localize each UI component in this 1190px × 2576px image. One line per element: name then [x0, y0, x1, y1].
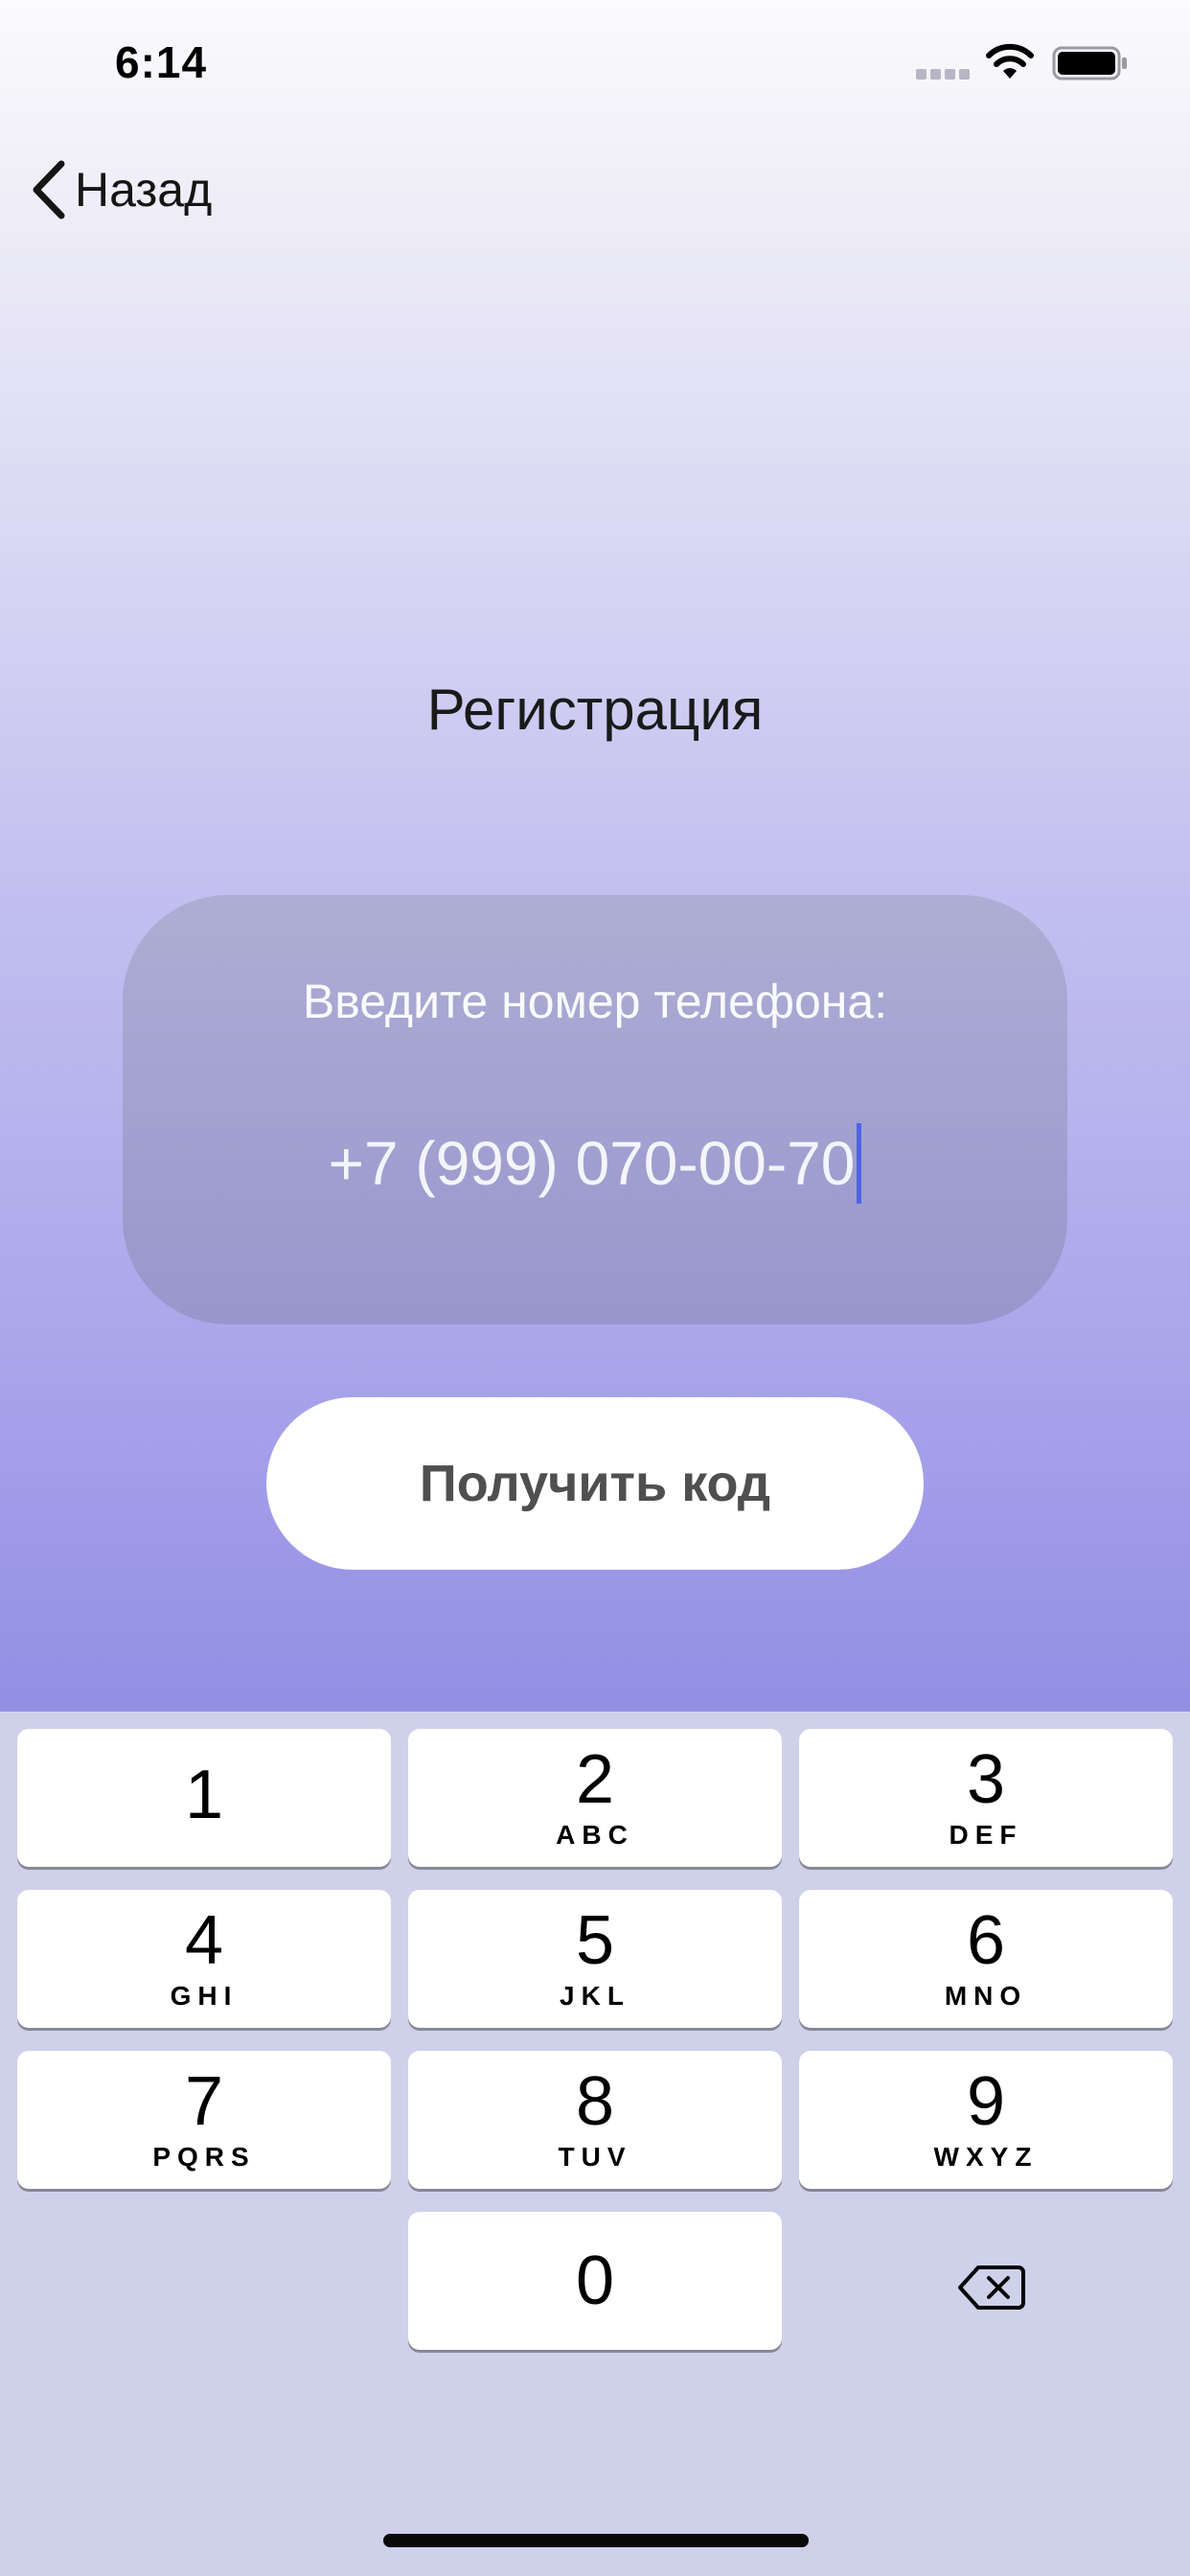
key-2[interactable]: 2 ABC	[408, 1729, 782, 1867]
delete-key[interactable]	[949, 2254, 1035, 2321]
phone-input[interactable]: +7 (999) 070-00-70	[298, 1123, 892, 1204]
key-number: 5	[575, 1902, 615, 1979]
key-number: 0	[575, 2242, 615, 2319]
key-6[interactable]: 6 MNO	[799, 1890, 1173, 2028]
key-1[interactable]: 1	[17, 1729, 391, 1867]
page-title: Регистрация	[426, 678, 764, 742]
back-button[interactable]: Назад	[29, 153, 212, 226]
key-7[interactable]: 7 PQRS	[17, 2051, 391, 2189]
phone-input-value: +7 (999) 070-00-70	[328, 1129, 856, 1198]
home-indicator[interactable]	[383, 2534, 809, 2547]
key-letters: MNO	[944, 1981, 1028, 2011]
key-number: 7	[184, 2063, 224, 2140]
cellular-signal-icon	[916, 69, 972, 82]
status-time: 6:14	[115, 37, 208, 87]
key-letters: ABC	[556, 1820, 634, 1850]
phone-card: Введите номер телефона: +7 (999) 070-00-…	[123, 895, 1067, 1324]
key-3[interactable]: 3 DEF	[799, 1729, 1173, 1867]
key-number: 2	[575, 1741, 615, 1818]
backspace-icon	[958, 2266, 1025, 2310]
key-0[interactable]: 0	[408, 2212, 782, 2350]
key-letters: PQRS	[152, 2142, 256, 2172]
key-letters: GHI	[170, 1981, 239, 2011]
chevron-left-icon	[33, 160, 65, 219]
key-letters: JKL	[560, 1981, 630, 2011]
key-8[interactable]: 8 TUV	[408, 2051, 782, 2189]
key-number: 6	[966, 1902, 1006, 1979]
key-5[interactable]: 5 JKL	[408, 1890, 782, 2028]
key-number: 1	[184, 1757, 224, 1833]
key-number: 8	[575, 2063, 615, 2140]
key-letters: WXYZ	[933, 2142, 1039, 2172]
key-letters: DEF	[949, 1820, 1023, 1850]
key-9[interactable]: 9 WXYZ	[799, 2051, 1173, 2189]
get-code-button[interactable]: Получить код	[266, 1397, 924, 1570]
key-number: 3	[966, 1741, 1006, 1818]
key-number: 4	[184, 1902, 224, 1979]
key-number: 9	[966, 2063, 1006, 2140]
back-label: Назад	[75, 163, 213, 217]
wifi-icon	[985, 42, 1035, 80]
phone-prompt-label: Введите номер телефона:	[302, 975, 888, 1028]
text-caret	[857, 1123, 862, 1204]
key-letters: TUV	[558, 2142, 632, 2172]
battery-icon	[1052, 46, 1129, 80]
key-4[interactable]: 4 GHI	[17, 1890, 391, 2028]
numeric-keypad: 1 2 ABC 3 DEF 4 GHI 5 JKL 6 MNO 7 PQRS 8…	[0, 1712, 1190, 2576]
